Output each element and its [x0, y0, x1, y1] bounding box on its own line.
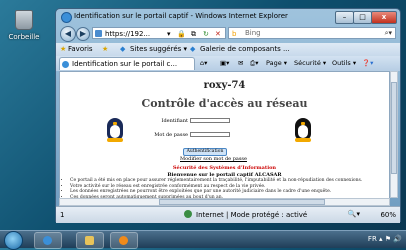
suggested-sites-icon: ◆: [120, 45, 126, 53]
password-field[interactable]: [190, 132, 230, 137]
gallery-icon: ◆: [190, 45, 196, 53]
window-title: Identification sur le portail captif - W…: [74, 12, 288, 20]
status-number: 1: [60, 211, 65, 219]
favorites-star-icon: ★: [60, 45, 67, 53]
title-bar[interactable]: Identification sur le portail captif - W…: [56, 9, 400, 24]
maximize-button[interactable]: □: [353, 11, 372, 24]
folder-icon: [85, 236, 94, 245]
taskbar: FR ▴ ⚑ 🔊: [0, 230, 406, 250]
authentication-button[interactable]: Authentification: [183, 148, 227, 156]
search-input[interactable]: b Bing ⌕▾: [228, 27, 396, 39]
tools-menu[interactable]: Outils ▾: [332, 59, 356, 67]
suggested-sites-link[interactable]: Sites suggérés ▾: [130, 45, 187, 53]
username-label: Identifiant: [161, 118, 188, 124]
browser-window: Identification sur le portail captif - W…: [55, 8, 401, 223]
page-heading: Contrôle d'accès au réseau: [141, 97, 308, 110]
vertical-scrollbar[interactable]: [390, 71, 398, 198]
police-tux-icon: [104, 114, 126, 142]
dropdown-icon[interactable]: ▾: [167, 28, 171, 40]
system-tray[interactable]: FR ▴ ⚑ 🔊: [368, 235, 402, 243]
refresh-icon[interactable]: ↻: [203, 28, 209, 40]
address-url: https://192...: [105, 30, 151, 38]
tab-label: Identification sur le portail c...: [72, 60, 178, 68]
start-button[interactable]: [4, 231, 23, 250]
scroll-thumb[interactable]: [391, 82, 397, 174]
horizontal-scrollbar[interactable]: [59, 198, 390, 206]
home-icon[interactable]: ⌂▾: [200, 59, 207, 67]
media-player-icon: [119, 236, 128, 245]
gallery-link[interactable]: Galerie de composants ...: [200, 45, 290, 53]
back-button[interactable]: ◀: [60, 26, 76, 42]
password-label: Mot de passe: [154, 132, 188, 138]
tab-row: Identification sur le portail c... ⌂▾ ▣▾…: [56, 56, 400, 71]
tab-favicon-icon: [62, 61, 69, 68]
zoom-icon[interactable]: 🔍▾: [348, 210, 360, 218]
lock-icon[interactable]: 🔒: [177, 28, 186, 40]
list-item: Ce portail a été mis en place pour assur…: [70, 178, 362, 184]
print-icon[interactable]: ⎙▾: [250, 59, 258, 68]
favorites-button[interactable]: Favoris: [68, 45, 93, 53]
compat-icon[interactable]: ⧉: [191, 28, 196, 40]
host-name: roxy-74: [203, 80, 246, 91]
recycle-bin-label: Corbeille: [8, 33, 40, 41]
page-menu[interactable]: Page ▾: [266, 59, 287, 67]
security-title: Sécurité des Systèmes d'Information: [172, 165, 277, 171]
username-field[interactable]: [190, 118, 230, 123]
help-icon[interactable]: ❓▾: [362, 59, 373, 67]
status-bar: 1 Internet | Mode protégé : activé 🔍▾ 60…: [56, 206, 400, 223]
recycle-bin-icon: [15, 10, 33, 30]
list-item: Les données enregistrées ne pourront êtr…: [70, 189, 362, 195]
site-icon: [95, 30, 102, 37]
zoom-level[interactable]: 60%: [380, 211, 396, 219]
taskbar-ie[interactable]: [34, 232, 62, 249]
add-favorite-icon[interactable]: ★: [102, 45, 108, 53]
globe-icon: [184, 210, 192, 218]
minimize-button[interactable]: –: [335, 11, 354, 24]
recycle-bin-desktop-icon[interactable]: Corbeille: [4, 10, 44, 41]
forward-button[interactable]: ▶: [76, 27, 90, 41]
favorites-bar: ★ Favoris ★ ◆ Sites suggérés ▾ ◆ Galerie…: [56, 43, 400, 56]
stop-icon[interactable]: ✕: [215, 28, 221, 40]
hscroll-thumb[interactable]: [158, 199, 326, 205]
language-indicator[interactable]: FR: [368, 235, 377, 243]
bing-logo-icon: b: [232, 30, 237, 38]
search-icon[interactable]: ⌕▾: [385, 28, 392, 39]
taskbar-explorer[interactable]: [76, 232, 104, 249]
tux-icon: [292, 114, 314, 142]
close-button[interactable]: x: [371, 11, 397, 24]
tab-identification[interactable]: Identification sur le portail c...: [59, 57, 195, 70]
address-row: ◀ ▶ https://192... ▾ 🔒 ⧉ ↻ ✕ b Bing ⌕▾: [56, 25, 400, 42]
page-content: roxy-74 Contrôle d'accès au réseau Ident…: [59, 71, 390, 200]
ie-taskbar-icon: [43, 236, 52, 245]
ie-logo-icon: [61, 12, 72, 23]
notice-list: Ce portail a été mis en place pour assur…: [64, 178, 362, 199]
security-zone[interactable]: Internet | Mode protégé : activé: [196, 211, 307, 219]
taskbar-media-player[interactable]: [110, 232, 138, 249]
search-placeholder: Bing: [245, 29, 261, 37]
change-password-link[interactable]: Modifier son mot de passe: [180, 156, 247, 162]
feeds-icon[interactable]: ▣▾: [220, 59, 229, 67]
mail-icon[interactable]: ✉: [238, 59, 243, 67]
address-bar[interactable]: https://192... ▾ 🔒 ⧉ ↻ ✕: [92, 27, 226, 39]
security-menu[interactable]: Sécurité ▾: [294, 59, 326, 67]
